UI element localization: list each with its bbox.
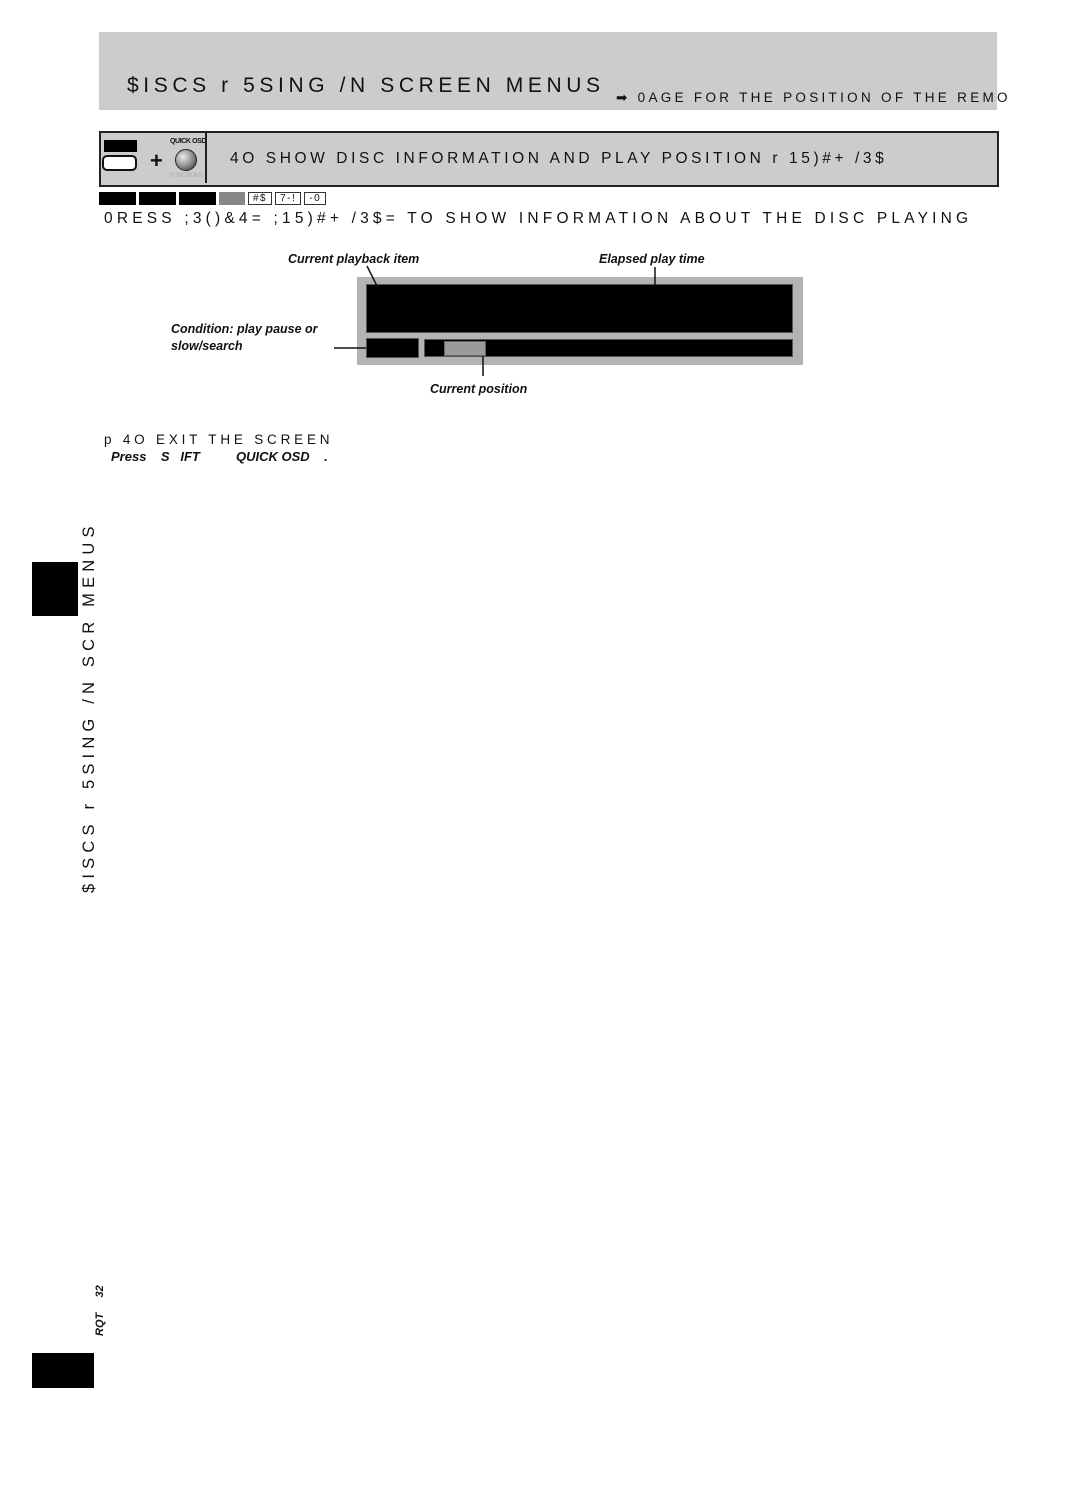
page-number-block <box>32 1353 94 1388</box>
side-chapter-label: $ISCS r 5SING /N SCR MENUS <box>80 521 98 893</box>
callout-leader-lines <box>334 265 656 376</box>
leader-line-current-item <box>366 265 378 287</box>
page-code: RQT 32 <box>94 1285 106 1336</box>
side-tab-marker <box>32 562 78 616</box>
exit-instruction: Press S IFT QUICK OSD . <box>111 449 328 464</box>
exit-heading: p 4O EXIT THE SCREEN <box>104 432 334 447</box>
